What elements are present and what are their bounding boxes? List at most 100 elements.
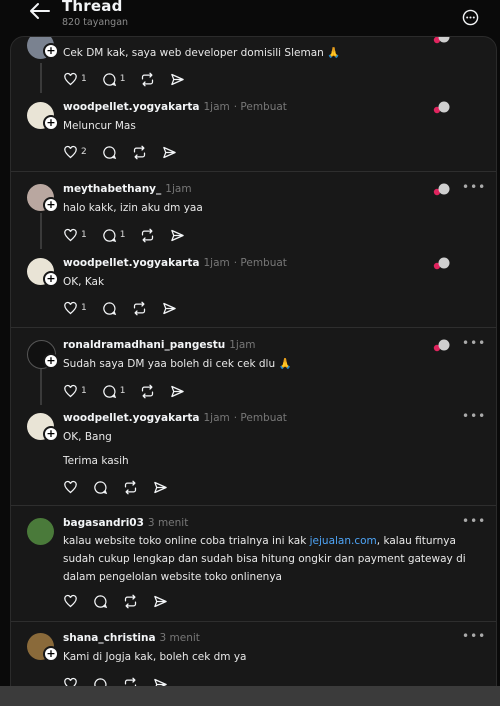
view-count: 820 tayangan <box>62 17 129 28</box>
divider <box>11 171 496 172</box>
username-text: woodpellet.yogyakarta <box>63 257 200 269</box>
like-count: 1 <box>81 386 87 396</box>
follow-plus-icon[interactable]: + <box>43 43 59 59</box>
reply-button[interactable] <box>102 301 117 316</box>
comment-icon <box>103 145 116 159</box>
thread-panel: + ••• Cek DM kak, saya web developer dom… <box>10 36 497 688</box>
repost-button[interactable] <box>132 145 147 160</box>
reaction-icon <box>433 339 450 352</box>
repost-button[interactable] <box>132 301 147 316</box>
comment-icon <box>103 72 116 86</box>
comment-icon <box>103 228 116 242</box>
more-options-button[interactable]: ••• <box>462 180 486 194</box>
follow-plus-icon[interactable]: + <box>43 353 59 369</box>
post-text-part: kalau website toko online coba trialnya … <box>63 535 310 547</box>
reaction-icon <box>433 183 450 196</box>
author-badge: · Pembuat <box>233 101 287 113</box>
thread-line <box>40 213 42 249</box>
reply-button[interactable] <box>93 480 108 495</box>
share-button[interactable] <box>170 384 185 399</box>
repost-button[interactable] <box>123 594 138 609</box>
action-bar: 2 <box>63 144 192 160</box>
reply-button[interactable] <box>93 594 108 609</box>
username-text: woodpellet.yogyakarta <box>63 412 200 424</box>
avatar[interactable] <box>27 518 54 545</box>
share-button[interactable] <box>170 72 185 87</box>
follow-plus-icon[interactable]: + <box>43 197 59 213</box>
post-time: 1jam <box>165 183 192 195</box>
reply-button[interactable]: 1 <box>102 228 125 243</box>
more-options-button[interactable]: ••• <box>462 514 486 528</box>
like-count: 1 <box>81 303 87 313</box>
top-bar: Thread 820 tayangan <box>0 0 500 34</box>
heart-icon <box>64 301 77 314</box>
divider <box>11 621 496 622</box>
share-button[interactable] <box>170 228 185 243</box>
like-button[interactable]: 1 <box>63 72 87 87</box>
thread-line <box>40 369 42 405</box>
comment-icon <box>94 594 108 608</box>
username[interactable]: bagasandri03 3 menit <box>63 517 188 529</box>
post-time: 1jam <box>203 257 230 269</box>
follow-plus-icon[interactable]: + <box>43 271 59 287</box>
more-options-button[interactable]: ••• <box>462 409 486 423</box>
share-button[interactable] <box>162 145 177 160</box>
like-button[interactable]: 2 <box>63 145 87 160</box>
more-options-button[interactable]: ••• <box>462 629 486 643</box>
username[interactable]: ronaldramadhani_pangestu 1jam <box>63 339 255 351</box>
share-button[interactable] <box>162 301 177 316</box>
username[interactable]: woodpellet.yogyakarta 1jam · Pembuat <box>63 101 287 113</box>
post-time: 1jam <box>203 101 230 113</box>
reaction-icon <box>433 101 450 114</box>
username[interactable]: meythabethany_ 1jam <box>63 183 192 195</box>
like-count: 2 <box>81 147 87 157</box>
like-button[interactable] <box>63 480 78 495</box>
repost-button[interactable] <box>140 72 155 87</box>
divider <box>11 505 496 506</box>
heart-icon <box>64 480 77 493</box>
like-count: 1 <box>81 74 87 84</box>
reply-button[interactable]: 1 <box>102 384 126 399</box>
heart-icon <box>64 594 77 607</box>
repost-button[interactable] <box>123 480 138 495</box>
repost-button[interactable] <box>140 384 155 399</box>
post-text: kalau website toko online coba trialnya … <box>63 532 468 586</box>
like-button[interactable]: 1 <box>63 228 87 243</box>
username[interactable]: shana_christina 3 menit <box>63 632 200 644</box>
reply-count: 1 <box>119 386 126 396</box>
action-bar: 1 1 <box>63 383 200 399</box>
like-button[interactable]: 1 <box>63 384 87 399</box>
share-button[interactable] <box>153 480 168 495</box>
post-text: Meluncur Mas <box>63 120 136 132</box>
send-icon <box>162 146 176 158</box>
send-icon <box>162 302 176 314</box>
post-time: 3 menit <box>159 632 200 644</box>
repost-icon <box>124 594 137 608</box>
action-bar: 1 1 <box>63 227 200 243</box>
reply-button[interactable]: 1 <box>102 72 125 87</box>
follow-plus-icon[interactable]: + <box>43 646 59 662</box>
send-icon <box>154 481 167 493</box>
like-button[interactable] <box>63 594 78 609</box>
more-options-button[interactable]: ••• <box>462 336 486 350</box>
send-icon <box>171 229 185 241</box>
username[interactable]: woodpellet.yogyakarta 1jam · Pembuat <box>63 257 287 269</box>
follow-plus-icon[interactable]: + <box>43 426 59 442</box>
repost-icon <box>142 72 154 86</box>
post-text: OK, Kak <box>63 276 105 288</box>
more-options-button[interactable]: ••• <box>462 37 486 43</box>
post-time: 3 menit <box>147 517 189 529</box>
repost-icon <box>124 480 137 494</box>
username-text: woodpellet.yogyakarta <box>63 101 200 113</box>
post-link[interactable]: jejualan.com <box>310 535 377 547</box>
reply-button[interactable] <box>102 145 117 160</box>
author-badge: · Pembuat <box>233 412 287 424</box>
share-button[interactable] <box>153 594 168 609</box>
more-circle-icon[interactable] <box>462 9 479 26</box>
back-arrow-icon[interactable] <box>29 2 51 20</box>
repost-button[interactable] <box>140 228 155 243</box>
post-time: 1jam <box>229 339 256 351</box>
like-button[interactable]: 1 <box>63 301 87 316</box>
username[interactable]: woodpellet.yogyakarta 1jam · Pembuat <box>63 412 287 424</box>
follow-plus-icon[interactable]: + <box>43 115 59 131</box>
